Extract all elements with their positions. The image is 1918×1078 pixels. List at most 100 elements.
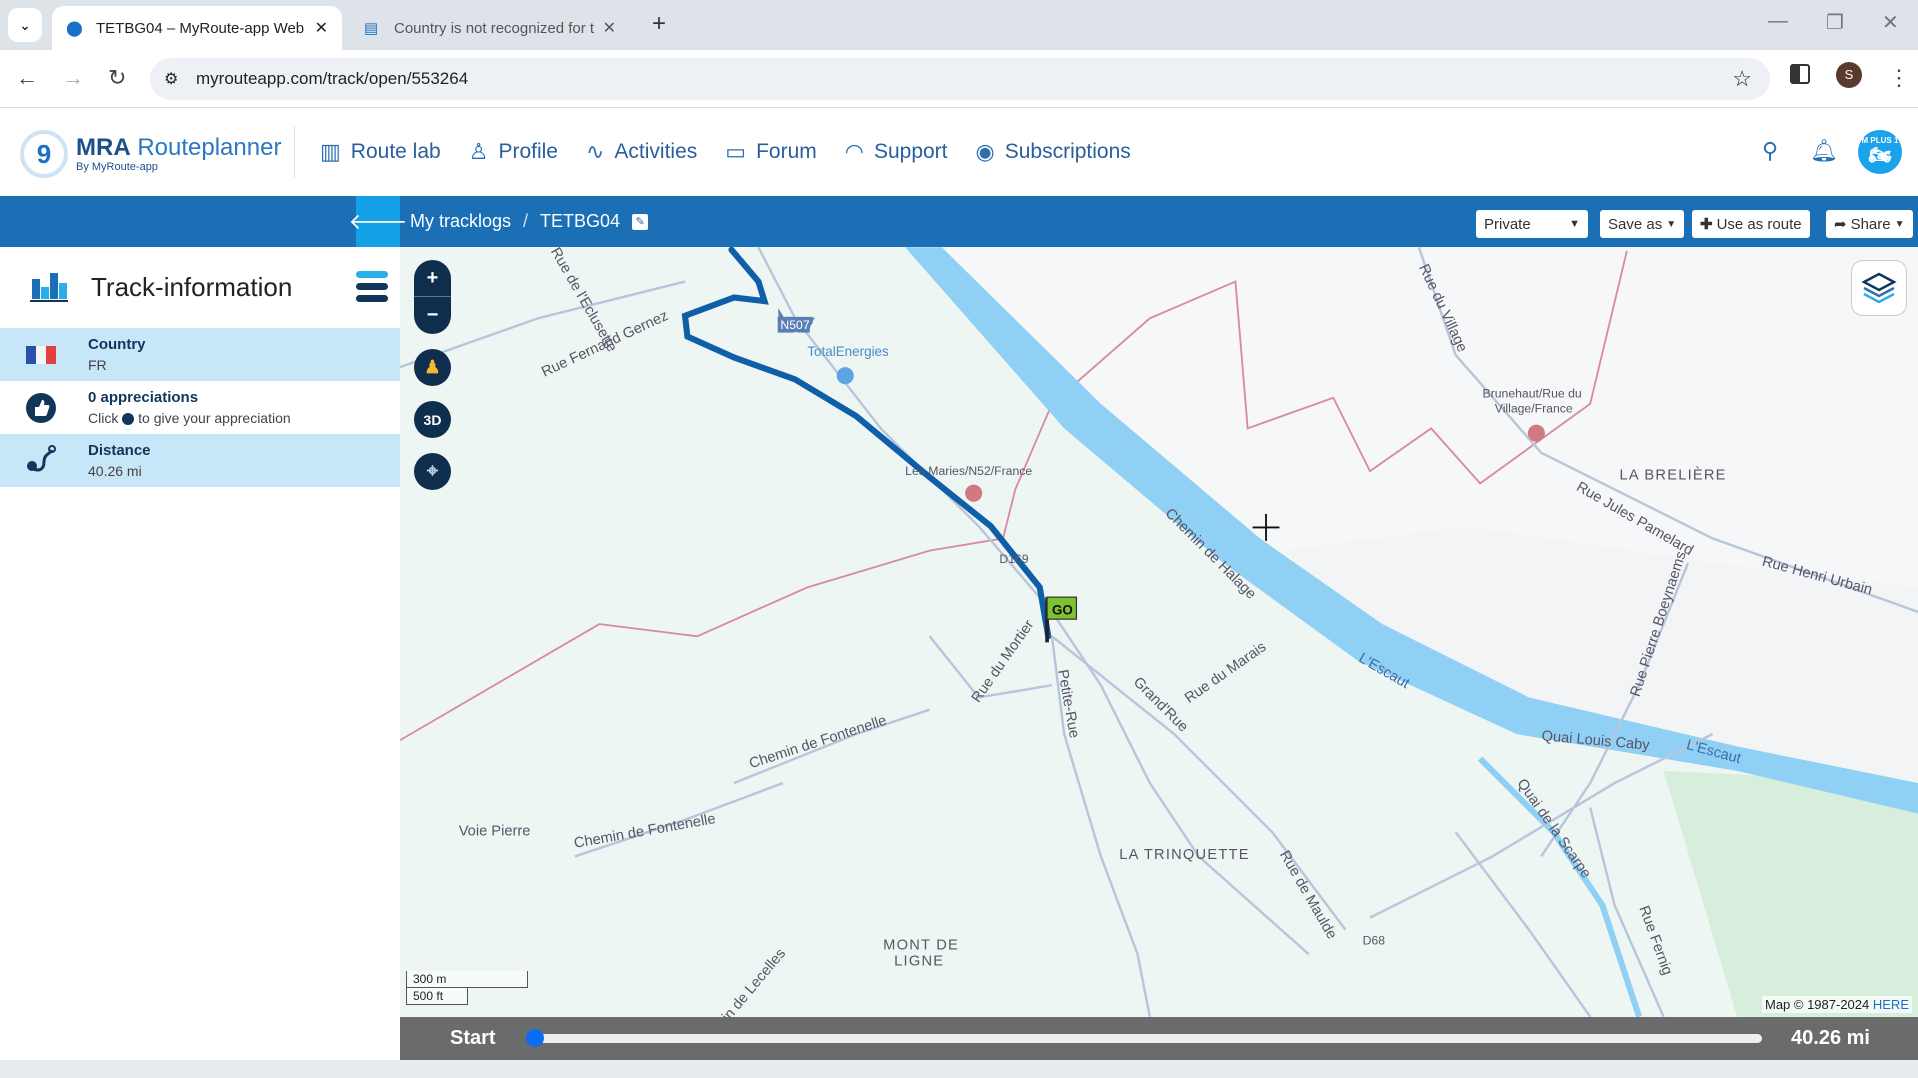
attribution-text: Map © 1987-2024 <box>1764 997 1870 1012</box>
use-as-route-button[interactable]: ✚ Use as route <box>1692 210 1810 238</box>
browser-tab[interactable]: ▤ Country is not recognized for tr ✕ <box>350 6 630 50</box>
address-bar-row: ← → ↻ ⚙ myrouteapp.com/track/open/553264… <box>0 50 1918 108</box>
country-value: FR <box>88 357 107 373</box>
country-label: Country <box>88 336 146 353</box>
forum-icon: ▤ <box>364 20 379 37</box>
reload-icon[interactable]: ↻ <box>108 65 126 91</box>
url-input[interactable]: ⚙ myrouteapp.com/track/open/553264 ☆ <box>150 58 1770 100</box>
logo-pin-icon: 9 <box>20 130 68 178</box>
user-avatar[interactable]: M PLUS 1 🏍︎ <box>1858 130 1902 174</box>
minimize-button[interactable]: — <box>1768 10 1788 33</box>
back-icon[interactable]: ← <box>16 65 38 91</box>
plus-icon: ✚ <box>1700 216 1713 233</box>
menu-forum[interactable]: ▭ Forum <box>725 139 816 165</box>
map-label: Voie Pierre <box>459 824 531 840</box>
map-scale: 300 m 500 ft <box>406 971 528 1005</box>
zoom-in-button[interactable]: + <box>414 260 451 297</box>
browser-tab-active[interactable]: ⬤ TETBG04 – MyRoute-app Web ✕ <box>52 6 342 50</box>
player-slider-handle[interactable] <box>526 1029 544 1047</box>
divider <box>294 126 295 178</box>
search-icon[interactable]: ⚲ <box>1762 138 1778 164</box>
close-tab-icon[interactable]: ✕ <box>315 18 328 38</box>
menu-subscriptions[interactable]: ◉ Subscriptions <box>976 139 1131 165</box>
use-as-route-label: Use as route <box>1716 215 1802 233</box>
caret-down-icon: ▼ <box>1894 218 1905 230</box>
distance-value: 40.26 mi <box>88 463 142 479</box>
site-settings-icon[interactable]: ⚙ <box>164 69 178 89</box>
map-label: LA TRINQUETTE <box>1119 847 1249 863</box>
user-icon: ♙ <box>468 139 489 164</box>
menu-activities[interactable]: ∿ Activities <box>586 139 697 165</box>
sidebar-header: Track-information <box>0 247 400 328</box>
attribution-link[interactable]: HERE <box>1873 997 1909 1012</box>
menu-label: Route lab <box>350 140 441 163</box>
os-taskbar <box>0 1060 1918 1078</box>
restore-button[interactable]: ❐ <box>1826 10 1844 35</box>
breadcrumb-my-tracklogs[interactable]: My tracklogs <box>410 211 511 232</box>
info-row-appreciations[interactable]: 0 appreciations Click to give your appre… <box>0 381 400 434</box>
avatar-text: M PLUS 1 <box>1861 136 1899 145</box>
3d-button[interactable]: 3D <box>414 401 451 438</box>
menu-label: Activities <box>614 140 698 163</box>
main-menu: ▥ Route lab ♙ Profile ∿ Activities ▭ Forum ◠… <box>320 108 1131 196</box>
close-tab-icon[interactable]: ✕ <box>603 18 616 38</box>
url-text: myrouteapp.com/track/open/553264 <box>196 69 469 88</box>
bookmark-star-icon[interactable]: ☆ <box>1732 66 1752 92</box>
locate-crosshair-icon[interactable]: ⌖ <box>414 453 451 490</box>
forward-icon[interactable]: → <box>62 65 84 91</box>
edit-icon[interactable]: ✎ <box>632 213 649 230</box>
menu-profile[interactable]: ♙ Profile <box>469 139 558 165</box>
info-row-distance: Distance 40.26 mi <box>0 434 400 487</box>
side-panel-icon[interactable] <box>1790 64 1810 84</box>
map-label: N507 <box>780 318 809 332</box>
map-svg[interactable]: GO Rue de l'Eclusette Rue Fernand Gernez… <box>400 247 1918 1017</box>
rocket-icon: ◉ <box>975 139 995 164</box>
hamburger-menu-icon[interactable] <box>356 271 388 307</box>
map-label: Village/France <box>1495 401 1573 415</box>
headset-icon: ◠ <box>844 139 864 164</box>
track-toolbar: 🡐 My tracklogs / TETBG04 ✎ Private ▼ Save… <box>0 196 1918 247</box>
appreciations-hint: Click to give your appreciation <box>88 410 291 426</box>
menu-support[interactable]: ◠ Support <box>845 139 948 165</box>
zoom-control: + − <box>414 260 451 334</box>
caret-down-icon: ▼ <box>1666 218 1677 230</box>
route-icon <box>27 445 56 472</box>
logo[interactable]: 9 MRA Routeplanner By MyRoute-app <box>20 130 281 178</box>
map-canvas[interactable]: GO Rue de l'Eclusette Rue Fernand Gernez… <box>400 247 1918 1017</box>
go-flag-label: GO <box>1052 602 1073 617</box>
map-label: LA BRELIÈRE <box>1620 467 1727 484</box>
scale-metric: 300 m <box>406 971 528 988</box>
logo-name: MRA <box>76 133 131 161</box>
layers-button[interactable] <box>1851 260 1907 316</box>
logo-tagline: By MyRoute-app <box>76 160 158 173</box>
menu-route-lab[interactable]: ▥ Route lab <box>320 139 441 165</box>
player-slider-track[interactable] <box>530 1034 1762 1043</box>
street-view-button[interactable]: ♟ <box>414 349 451 386</box>
thumbs-up-small-icon[interactable] <box>122 413 135 425</box>
scale-imperial: 500 ft <box>406 988 468 1005</box>
browser-tab-bar: ⌄ ⬤ TETBG04 – MyRoute-app Web ✕ ▤ Countr… <box>0 0 1918 50</box>
profile-avatar[interactable]: S <box>1836 62 1862 88</box>
save-as-button[interactable]: Save as ▼ <box>1600 210 1685 238</box>
share-button[interactable]: ➦ Share ▼ <box>1826 210 1913 238</box>
sidebar-title: Track-information <box>91 272 293 302</box>
tab-search-button[interactable]: ⌄ <box>8 8 42 42</box>
poi-marker-icon <box>965 484 983 502</box>
map-attribution: Map © 1987-2024 HERE <box>1761 996 1912 1013</box>
back-arrow-button[interactable]: 🡐 <box>349 196 408 247</box>
tab-title: Country is not recognized for tr <box>394 19 594 37</box>
map-label: Brunehaut/Rue du <box>1483 387 1582 401</box>
more-menu-icon[interactable]: ⋮ <box>1888 65 1910 91</box>
player-start-label: Start <box>450 1027 496 1049</box>
thumbs-up-icon <box>26 393 56 423</box>
fuel-station-icon <box>836 367 854 385</box>
close-window-button[interactable]: ✕ <box>1882 10 1899 35</box>
app-header: 9 MRA Routeplanner By MyRoute-app ▥ Route … <box>0 108 1918 196</box>
book-icon: ▥ <box>320 139 341 164</box>
bell-icon[interactable]: 🔔︎ <box>1810 138 1838 164</box>
zoom-out-button[interactable]: − <box>414 297 451 334</box>
appreciations-label: 0 appreciations <box>88 389 199 406</box>
tab-title: TETBG04 – MyRoute-app Web <box>96 19 305 37</box>
visibility-select[interactable]: Private ▼ <box>1476 210 1588 238</box>
new-tab-button[interactable]: + <box>652 10 666 38</box>
